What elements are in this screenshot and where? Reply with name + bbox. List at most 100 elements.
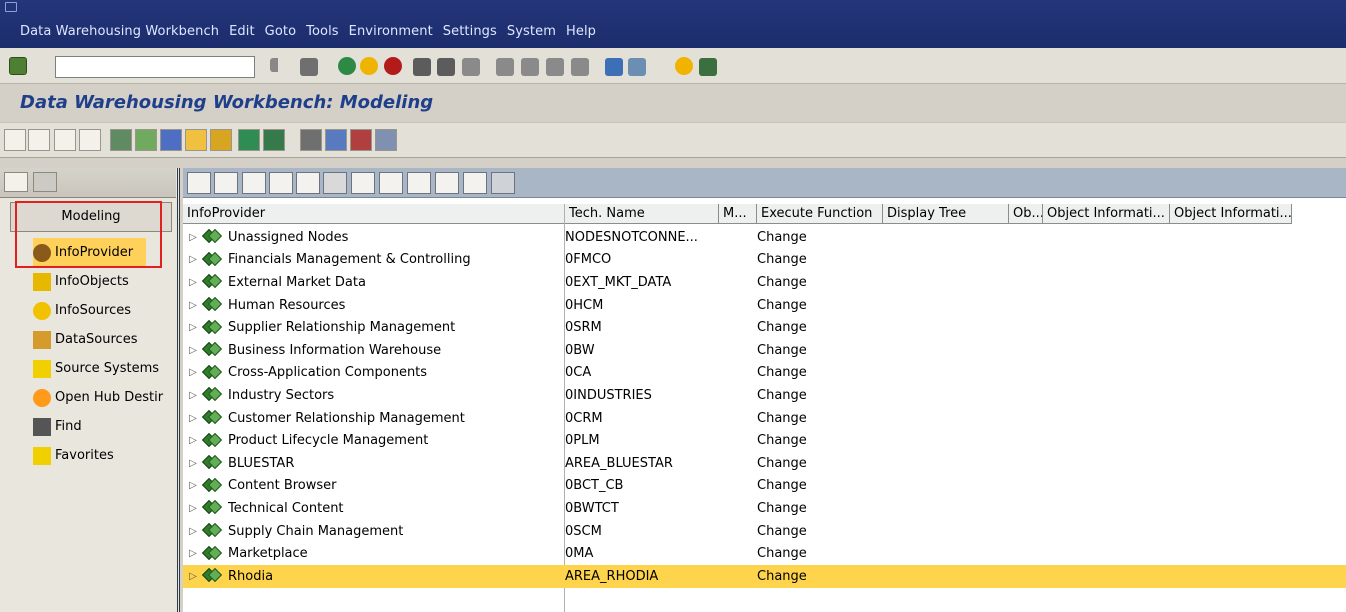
nav-item-infoobjects[interactable]: InfoObjects bbox=[33, 267, 176, 296]
shortcut-icon[interactable] bbox=[605, 58, 623, 76]
expand-node-icon[interactable]: ▷ bbox=[183, 232, 203, 243]
dso-create-button[interactable] bbox=[160, 129, 182, 151]
expand-node-icon[interactable]: ▷ bbox=[183, 571, 203, 582]
previous-page-icon[interactable] bbox=[496, 58, 514, 76]
structure-button[interactable] bbox=[79, 129, 101, 151]
infoarea-create-button[interactable] bbox=[110, 129, 132, 151]
column-execute-function[interactable]: Execute Function bbox=[757, 204, 883, 224]
menu-tools[interactable]: Tools bbox=[306, 24, 339, 39]
expand-node-icon[interactable]: ▷ bbox=[183, 345, 203, 356]
find-next-button[interactable] bbox=[323, 172, 347, 194]
first-page-icon[interactable] bbox=[462, 58, 480, 76]
command-field[interactable] bbox=[55, 56, 255, 78]
expand-node-icon[interactable]: ▷ bbox=[183, 300, 203, 311]
source-system-button[interactable] bbox=[238, 129, 260, 151]
nav-item-infoprovider[interactable]: InfoProvider bbox=[33, 238, 146, 267]
column-object-informati-1[interactable]: Object Informati... bbox=[1043, 204, 1170, 224]
expand-node-icon[interactable]: ▷ bbox=[183, 277, 203, 288]
nav-item-source-systems[interactable]: Source Systems bbox=[33, 354, 176, 383]
sort-ascending-button[interactable] bbox=[269, 172, 293, 194]
characteristic-button[interactable] bbox=[210, 129, 232, 151]
table-row[interactable]: ▷ Product Lifecycle Management 0PLM Change bbox=[183, 429, 1346, 452]
table-row[interactable]: ▷ BLUESTAR AREA_BLUESTAR Change bbox=[183, 452, 1346, 475]
enter-icon[interactable] bbox=[9, 57, 27, 75]
nav-item-find[interactable]: Find bbox=[33, 412, 176, 441]
table-row[interactable]: ▷ Business Information Warehouse 0BW Change bbox=[183, 339, 1346, 362]
expand-all-button[interactable] bbox=[187, 172, 211, 194]
table-row[interactable]: ▷ Technical Content 0BWTCT Change bbox=[183, 497, 1346, 520]
expand-node-icon[interactable]: ▷ bbox=[183, 254, 203, 265]
last-page-icon[interactable] bbox=[546, 58, 564, 76]
navigation-close-button[interactable] bbox=[33, 172, 57, 192]
layout-button[interactable] bbox=[379, 172, 403, 194]
filter-button[interactable] bbox=[351, 172, 375, 194]
column-tech-name[interactable]: Tech. Name bbox=[565, 204, 719, 224]
infocube-create-button[interactable] bbox=[135, 129, 157, 151]
expand-node-icon[interactable]: ▷ bbox=[183, 458, 203, 469]
menu-help[interactable]: Help bbox=[566, 24, 596, 39]
find-button[interactable] bbox=[296, 172, 320, 194]
expand-node-icon[interactable]: ▷ bbox=[183, 413, 203, 424]
create-session-icon[interactable] bbox=[571, 58, 589, 76]
table-row[interactable]: ▷ Marketplace 0MA Change bbox=[183, 542, 1346, 565]
nav-item-infosources[interactable]: InfoSources bbox=[33, 296, 176, 325]
query-button[interactable] bbox=[263, 129, 285, 151]
tree-toggle-button[interactable] bbox=[54, 129, 76, 151]
next-page-icon[interactable] bbox=[521, 58, 539, 76]
column-m[interactable]: M... bbox=[719, 204, 757, 224]
business-content-button[interactable] bbox=[350, 129, 372, 151]
table-row[interactable]: ▷ Unassigned Nodes NODESNOTCONNE... Change bbox=[183, 226, 1346, 249]
expand-node-icon[interactable]: ▷ bbox=[183, 435, 203, 446]
column-ob[interactable]: Ob... bbox=[1009, 204, 1043, 224]
modeling-header[interactable]: Modeling bbox=[10, 202, 172, 232]
customize-local-layout-icon[interactable] bbox=[699, 58, 717, 76]
transport-button[interactable] bbox=[300, 129, 322, 151]
column-button[interactable] bbox=[407, 172, 431, 194]
layout-icon[interactable] bbox=[628, 58, 646, 76]
column-infoprovider[interactable]: InfoProvider bbox=[183, 204, 565, 224]
expand-node-icon[interactable]: ▷ bbox=[183, 390, 203, 401]
sap-window-icon[interactable] bbox=[5, 2, 17, 12]
details-button[interactable] bbox=[214, 172, 238, 194]
find-next-icon[interactable] bbox=[437, 58, 455, 76]
exit-icon[interactable] bbox=[338, 57, 356, 75]
menu-edit[interactable]: Edit bbox=[229, 24, 255, 39]
expand-node-icon[interactable]: ▷ bbox=[183, 548, 203, 559]
sort-descending-button[interactable] bbox=[242, 172, 266, 194]
column-display-tree[interactable]: Display Tree bbox=[883, 204, 1009, 224]
save-icon[interactable] bbox=[300, 58, 318, 76]
back-icon[interactable] bbox=[270, 58, 282, 72]
expand-node-icon[interactable]: ▷ bbox=[183, 367, 203, 378]
expand-node-icon[interactable]: ▷ bbox=[183, 503, 203, 514]
menu-system[interactable]: System bbox=[507, 24, 556, 39]
arrow-button[interactable] bbox=[463, 172, 487, 194]
table-row[interactable]: ▷ Financials Management & Controlling 0FMC… bbox=[183, 249, 1346, 272]
menu-data-warehousing-workbench[interactable]: Data Warehousing Workbench bbox=[20, 24, 219, 39]
help-icon[interactable] bbox=[675, 57, 693, 75]
expand-node-icon[interactable]: ▷ bbox=[183, 526, 203, 537]
expand-node-icon[interactable]: ▷ bbox=[183, 322, 203, 333]
table-row-selected[interactable]: ▷ Rhodia AREA_RHODIA Change bbox=[183, 564, 1346, 588]
nav-item-datasources[interactable]: DataSources bbox=[33, 325, 176, 354]
back-arrow-button[interactable] bbox=[4, 129, 26, 151]
nav-item-favorites[interactable]: Favorites bbox=[33, 441, 176, 470]
close-tree-button[interactable] bbox=[491, 172, 515, 194]
table-row[interactable]: ▷ Supply Chain Management 0SCM Change bbox=[183, 520, 1346, 543]
find-icon[interactable] bbox=[413, 58, 431, 76]
infoobject-create-button[interactable] bbox=[185, 129, 207, 151]
menu-settings[interactable]: Settings bbox=[443, 24, 497, 39]
column-object-informati-2[interactable]: Object Informati... bbox=[1170, 204, 1292, 224]
table-row[interactable]: ▷ Industry Sectors 0INDUSTRIES Change bbox=[183, 384, 1346, 407]
metadata-repository-button[interactable] bbox=[325, 129, 347, 151]
table-row[interactable]: ▷ Human Resources 0HCM Change bbox=[183, 294, 1346, 317]
cancel-icon[interactable] bbox=[360, 57, 378, 75]
menu-environment[interactable]: Environment bbox=[349, 24, 433, 39]
table-row[interactable]: ▷ External Market Data 0EXT_MKT_DATA Change bbox=[183, 271, 1346, 294]
table-row[interactable]: ▷ Supplier Relationship Management 0SRM Cha… bbox=[183, 316, 1346, 339]
table-row[interactable]: ▷ Customer Relationship Management 0CRM Cha… bbox=[183, 407, 1346, 430]
print-icon[interactable] bbox=[384, 57, 402, 75]
navigation-toggle-button[interactable] bbox=[4, 172, 28, 192]
forward-arrow-button[interactable] bbox=[28, 129, 50, 151]
settings-button[interactable] bbox=[375, 129, 397, 151]
menu-goto[interactable]: Goto bbox=[265, 24, 296, 39]
